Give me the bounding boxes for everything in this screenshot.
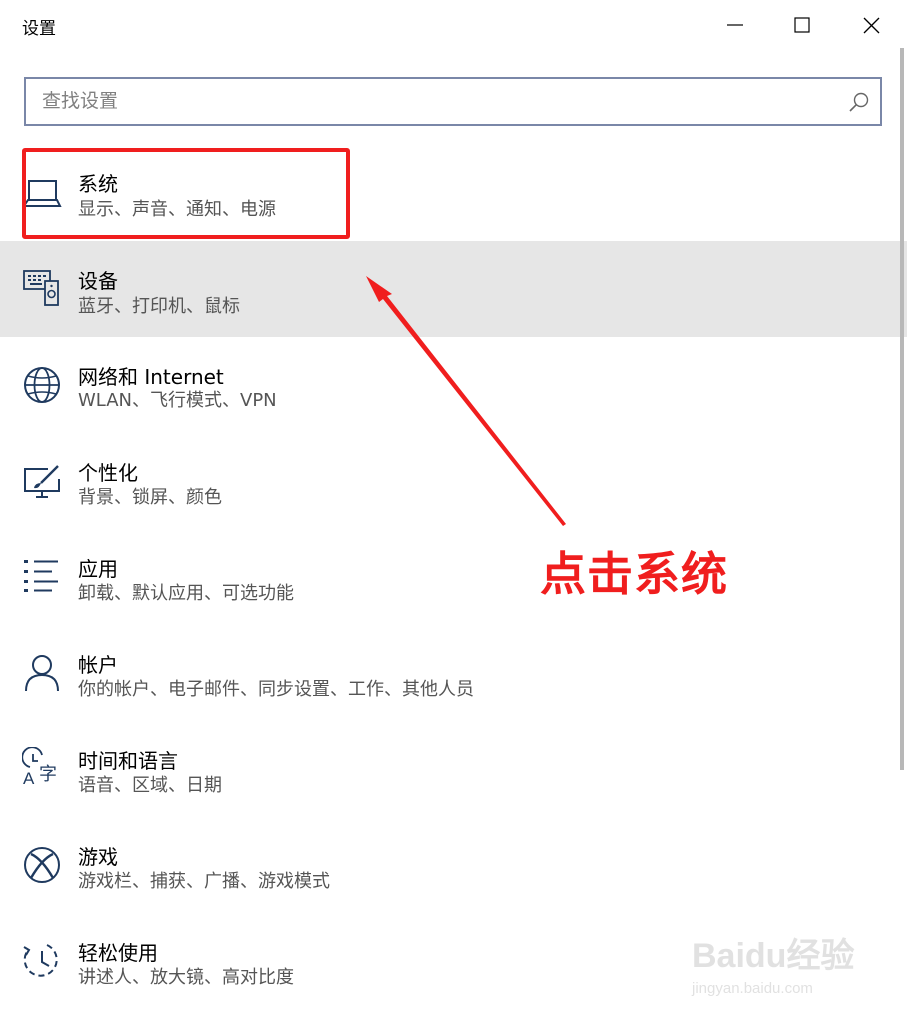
item-title: 游戏	[78, 845, 118, 869]
maximize-button[interactable]	[772, 0, 832, 50]
close-button[interactable]	[841, 0, 901, 50]
item-title: 个性化	[78, 461, 138, 485]
settings-item-accounts[interactable]: 帐户 你的帐户、电子邮件、同步设置、工作、其他人员	[0, 625, 907, 721]
watermark: Baidu经验 jingyan.baidu.com	[692, 920, 872, 1000]
item-subtitle: 游戏栏、捕获、广播、游戏模式	[78, 871, 330, 892]
ease-of-access-icon	[23, 944, 58, 977]
search-box[interactable]	[24, 77, 882, 126]
item-title: 应用	[78, 557, 118, 581]
close-icon	[863, 17, 879, 33]
scrollbar[interactable]	[900, 48, 904, 770]
search-input[interactable]	[42, 88, 822, 114]
maximize-icon	[794, 17, 810, 33]
devices-icon	[23, 270, 59, 306]
title-bar: 设置	[0, 0, 907, 50]
item-subtitle: 蓝牙、打印机、鼠标	[78, 296, 240, 317]
settings-item-time-language[interactable]: A 字 时间和语言 语音、区域、日期	[0, 721, 907, 817]
settings-item-personalization[interactable]: 个性化 背景、锁屏、颜色	[0, 433, 907, 529]
highlight-box	[22, 148, 350, 239]
item-title: 时间和语言	[78, 749, 178, 773]
item-title: 轻松使用	[78, 941, 158, 965]
item-subtitle: 你的帐户、电子邮件、同步设置、工作、其他人员	[78, 679, 474, 700]
svg-text:A: A	[23, 769, 35, 787]
item-subtitle: 卸载、默认应用、可选功能	[78, 583, 294, 604]
person-icon	[25, 655, 59, 692]
settings-item-apps[interactable]: 应用 卸载、默认应用、可选功能	[0, 529, 907, 625]
search-icon[interactable]	[848, 91, 870, 113]
item-subtitle: 讲述人、放大镜、高对比度	[78, 967, 294, 988]
globe-icon	[24, 367, 60, 403]
item-subtitle: WLAN、飞行模式、VPN	[78, 390, 277, 411]
svg-text:字: 字	[39, 764, 57, 785]
settings-item-network[interactable]: 网络和 Internet WLAN、飞行模式、VPN	[0, 337, 907, 433]
watermark-url: jingyan.baidu.com	[692, 980, 813, 997]
item-title: 设备	[78, 269, 118, 293]
apps-list-icon	[24, 560, 58, 592]
annotation-text: 点击系统	[540, 547, 728, 601]
settings-item-gaming[interactable]: 游戏 游戏栏、捕获、广播、游戏模式	[0, 817, 907, 913]
time-language-icon: A 字	[22, 747, 57, 787]
personalize-icon	[24, 465, 60, 498]
xbox-icon	[24, 847, 60, 883]
minimize-icon	[727, 24, 743, 26]
item-subtitle: 背景、锁屏、颜色	[78, 487, 222, 508]
item-title: 帐户	[78, 653, 118, 677]
window-title: 设置	[22, 19, 56, 39]
minimize-button[interactable]	[705, 0, 765, 50]
item-subtitle: 语音、区域、日期	[78, 775, 222, 796]
settings-item-devices[interactable]: 设备 蓝牙、打印机、鼠标	[0, 241, 907, 337]
watermark-text: Baidu经验	[692, 937, 855, 975]
